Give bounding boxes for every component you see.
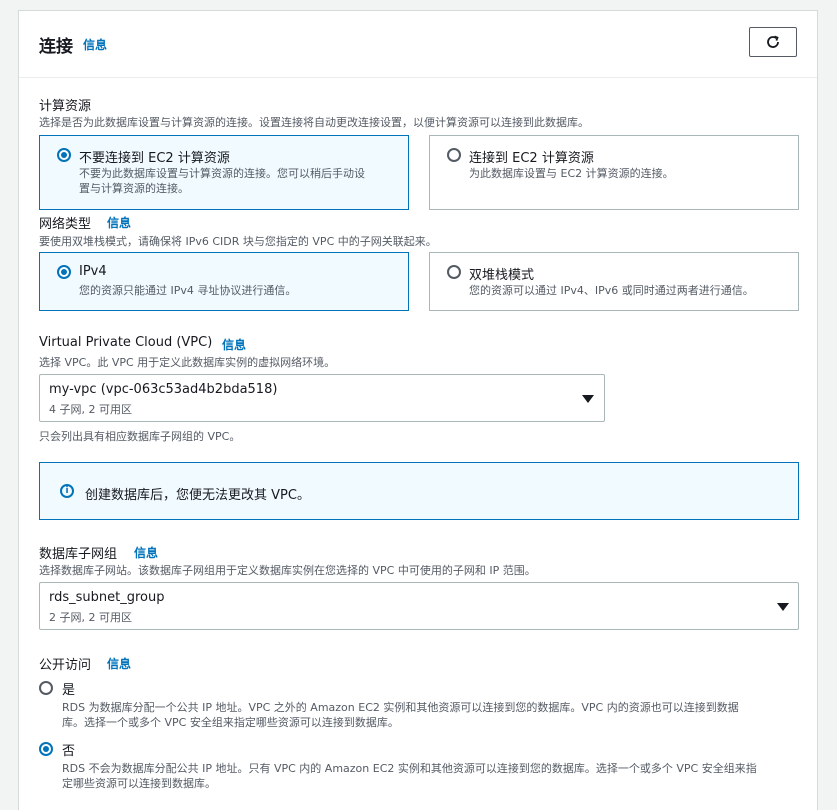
- option-dual-stack[interactable]: 双堆栈模式 您的资源可以通过 IPv4、IPv6 或同时通过两者进行通信。: [429, 252, 799, 311]
- panel-header: 连接 信息: [19, 11, 817, 78]
- option-no-ec2-desc-1: 不要为此数据库设置与计算资源的连接。您可以稍后手动设: [79, 167, 365, 180]
- header-info-link[interactable]: 信息: [83, 36, 107, 53]
- option-dual-stack-title: 双堆栈模式: [469, 268, 535, 283]
- vpc-desc: 选择 VPC。此 VPC 用于定义此数据库实例的虚拟网络环境。: [39, 356, 336, 369]
- caret-down-icon: [582, 395, 594, 403]
- subnet-desc: 选择数据库子网站。该数据库子网组用于定义数据库实例在您选择的 VPC 中可使用的…: [39, 564, 536, 577]
- option-no-ec2[interactable]: 不要连接到 EC2 计算资源 不要为此数据库设置与计算资源的连接。您可以稍后手动…: [39, 135, 409, 210]
- public-yes-desc-2: 库。选择一个或多个 VPC 安全组来指定哪些资源可以连接到数据库。: [62, 716, 399, 729]
- vpc-hint: 只会列出具有相应数据库子网组的 VPC。: [39, 430, 241, 443]
- public-yes-label[interactable]: 是: [62, 679, 75, 698]
- vpc-info-alert: i 创建数据库后，您便无法更改其 VPC。: [39, 462, 799, 520]
- radio-public-no[interactable]: [39, 742, 53, 756]
- compute-label: 计算资源: [39, 99, 92, 114]
- vpc-info-link[interactable]: 信息: [222, 336, 246, 353]
- info-icon: i: [60, 484, 74, 498]
- alert-text: 创建数据库后，您便无法更改其 VPC。: [85, 488, 310, 503]
- option-no-ec2-desc-2: 置与计算资源的连接。: [79, 182, 189, 195]
- vpc-select-sub: 4 子网, 2 可用区: [49, 403, 132, 416]
- radio-dual-stack[interactable]: [447, 265, 461, 279]
- subnet-select[interactable]: rds_subnet_group 2 子网, 2 可用区: [39, 582, 799, 630]
- option-connect-ec2[interactable]: 连接到 EC2 计算资源 为此数据库设置与 EC2 计算资源的连接。: [429, 135, 799, 210]
- vpc-select[interactable]: my-vpc (vpc-063c53ad4b2bda518) 4 子网, 2 可…: [39, 374, 605, 422]
- option-connect-ec2-title: 连接到 EC2 计算资源: [469, 151, 594, 166]
- public-yes-desc-1: RDS 为数据库分配一个公共 IP 地址。VPC 之外的 Amazon EC2 …: [62, 701, 739, 714]
- option-ipv4-desc: 您的资源只能通过 IPv4 寻址协议进行通信。: [79, 284, 297, 297]
- network-label: 网络类型: [39, 217, 92, 232]
- public-no-desc-1: RDS 不会为数据库分配公共 IP 地址。只有 VPC 内的 Amazon EC…: [62, 762, 757, 775]
- radio-ipv4[interactable]: [57, 265, 71, 279]
- panel-title: 连接: [39, 37, 73, 57]
- radio-no-ec2[interactable]: [57, 148, 71, 162]
- vpc-select-value: my-vpc (vpc-063c53ad4b2bda518): [49, 382, 278, 397]
- option-ipv4-title: IPv4: [79, 264, 107, 279]
- connectivity-panel: 连接 信息 计算资源 选择是否为此数据库设置与计算资源的连接。设置连接将自动更改…: [18, 10, 818, 810]
- option-connect-ec2-desc: 为此数据库设置与 EC2 计算资源的连接。: [469, 167, 674, 180]
- radio-public-yes[interactable]: [39, 681, 53, 695]
- public-info-link[interactable]: 信息: [107, 655, 131, 672]
- option-dual-stack-desc: 您的资源可以通过 IPv4、IPv6 或同时通过两者进行通信。: [469, 284, 754, 297]
- subnet-label: 数据库子网组: [39, 547, 118, 562]
- subnet-info-link[interactable]: 信息: [134, 544, 158, 561]
- public-no-desc-2: 定哪些资源可以连接到数据库。: [62, 777, 216, 790]
- compute-desc: 选择是否为此数据库设置与计算资源的连接。设置连接将自动更改连接设置，以便计算资源…: [39, 116, 589, 129]
- refresh-button[interactable]: [749, 27, 797, 57]
- refresh-icon: [767, 35, 779, 48]
- vpc-label: Virtual Private Cloud (VPC): [39, 335, 213, 350]
- network-info-link[interactable]: 信息: [107, 214, 131, 231]
- option-no-ec2-title: 不要连接到 EC2 计算资源: [79, 151, 230, 166]
- network-desc: 要使用双堆栈模式，请确保将 IPv6 CIDR 块与您指定的 VPC 中的子网关…: [39, 235, 437, 248]
- option-ipv4[interactable]: IPv4 您的资源只能通过 IPv4 寻址协议进行通信。: [39, 252, 409, 311]
- subnet-select-sub: 2 子网, 2 可用区: [49, 611, 132, 624]
- subnet-select-value: rds_subnet_group: [49, 590, 165, 605]
- public-no-label[interactable]: 否: [62, 740, 75, 759]
- public-label: 公开访问: [39, 658, 92, 673]
- radio-connect-ec2[interactable]: [447, 148, 461, 162]
- caret-down-icon: [777, 603, 789, 611]
